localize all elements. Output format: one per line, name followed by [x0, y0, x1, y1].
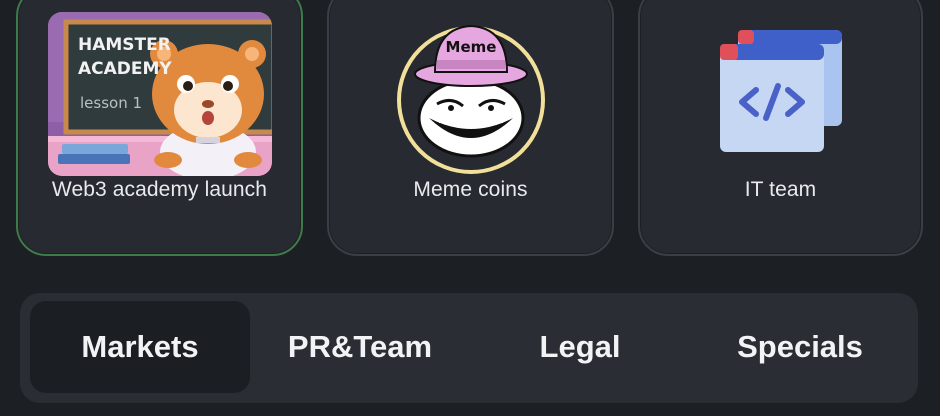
category-tab-bar: Markets PR&Team Legal Specials — [20, 293, 918, 403]
card-label: Meme coins — [413, 178, 528, 201]
trollface-meme-image: Meme — [397, 24, 545, 174]
card-label: IT team — [744, 178, 817, 201]
hat-text: Meme — [446, 38, 497, 56]
card-web3-academy-launch[interactable]: HAMSTER ACADEMY lesson 1 Web3 academy la… — [16, 0, 303, 256]
tab-pr-team[interactable]: PR&Team — [250, 301, 470, 393]
card-label: Web3 academy launch — [51, 178, 268, 201]
card-it-team[interactable]: IT team — [638, 0, 923, 256]
card-meme-coins[interactable]: Meme Meme coins — [327, 0, 614, 256]
board-title-line-1: HAMSTER — [78, 35, 171, 55]
tab-markets[interactable]: Markets — [30, 301, 250, 393]
board-title-line-2: ACADEMY — [78, 59, 172, 79]
hamster-academy-image: HAMSTER ACADEMY lesson 1 — [48, 12, 272, 176]
tab-legal[interactable]: Legal — [470, 301, 690, 393]
board-subtext: lesson 1 — [80, 94, 142, 112]
code-window-icon — [720, 30, 842, 152]
tab-specials[interactable]: Specials — [690, 301, 910, 393]
mine-upgrades-screen: HAMSTER ACADEMY lesson 1 Web3 academy la… — [0, 0, 940, 416]
